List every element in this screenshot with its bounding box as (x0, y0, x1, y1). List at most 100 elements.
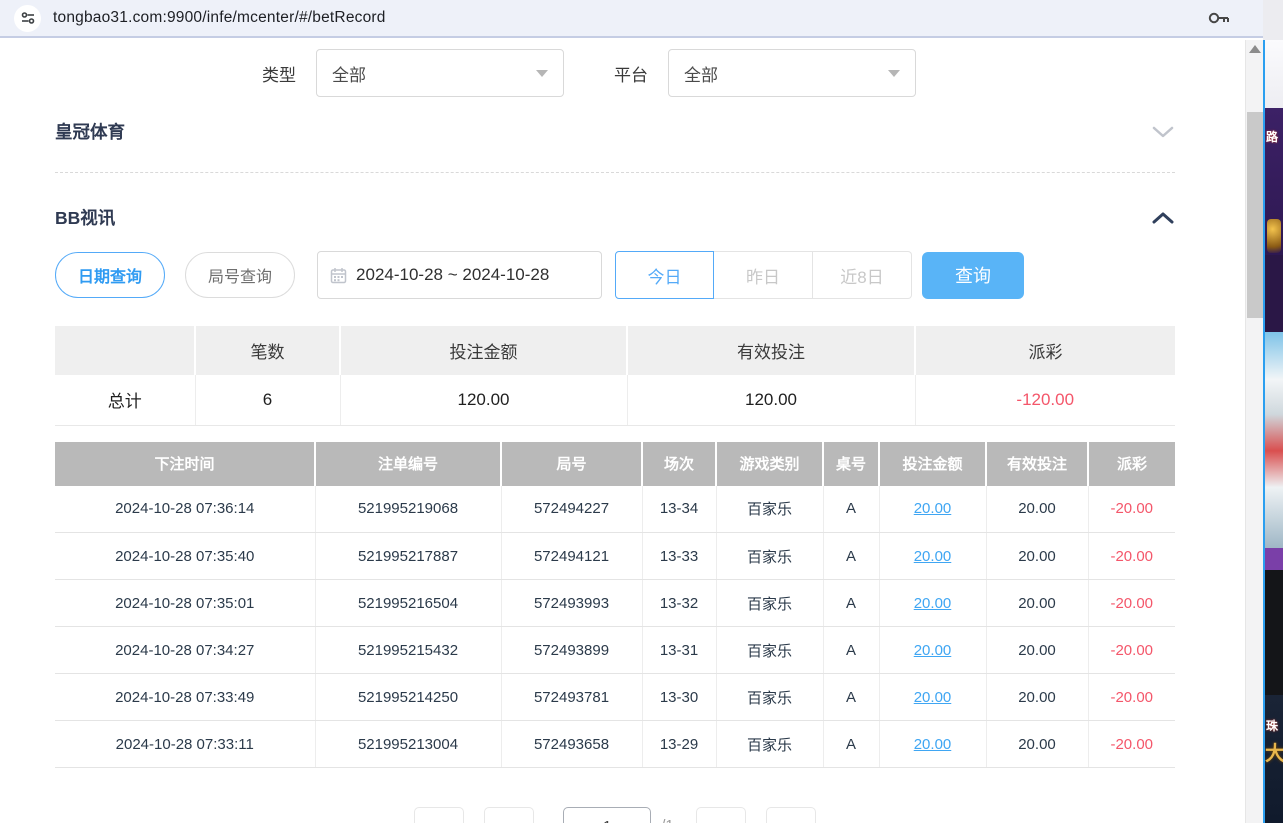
summary-bet-amount-value: 120.00 (340, 375, 627, 425)
filter-row: 类型 全部 平台 全部 (262, 49, 1175, 97)
bet-table-body: 2024-10-28 07:36:14521995219068572494227… (55, 486, 1175, 768)
payout-cell: -20.00 (1088, 580, 1175, 627)
round-id-cell: 572493658 (501, 721, 642, 768)
yesterday-button[interactable]: 昨日 (714, 251, 813, 299)
banner-gold-char: 大 (1265, 737, 1283, 766)
last-8-days-button[interactable]: 近8日 (813, 251, 912, 299)
bet-amount-cell: 20.00 (879, 674, 986, 721)
round-id-cell: 572493993 (501, 580, 642, 627)
valid-bet-cell: 20.00 (986, 580, 1088, 627)
date-query-tab[interactable]: 日期查询 (55, 252, 165, 298)
bet-amount-link[interactable]: 20.00 (914, 548, 952, 565)
last-page-button[interactable]: » (766, 807, 816, 823)
date-range-picker[interactable]: 2024-10-28 ~ 2024-10-28 (317, 251, 602, 299)
banner-shark-image (1265, 332, 1283, 548)
section-bb-video: BB视讯 (55, 205, 1175, 230)
summary-count-header: 笔数 (195, 326, 340, 375)
session-cell: 13-34 (642, 486, 716, 533)
summary-valid-bet-header: 有效投注 (627, 326, 915, 375)
right-banner-strip: 路 珠 大 (1263, 0, 1283, 823)
first-page-button[interactable]: « (414, 807, 464, 823)
valid-bet-cell: 20.00 (986, 627, 1088, 674)
bet-amount-cell: 20.00 (879, 627, 986, 674)
bet-amount-link[interactable]: 20.00 (914, 736, 952, 753)
query-toolbar: 日期查询 局号查询 2024-10-28 ~ 2024-10-28 今日 昨日 … (55, 251, 1175, 299)
bet-amount-cell: 20.00 (879, 580, 986, 627)
summary-bet-amount-header: 投注金额 (340, 326, 627, 375)
summary-table: 笔数 投注金额 有效投注 派彩 总计 6 120.00 120.00 -120.… (55, 326, 1175, 426)
chevron-down-icon (536, 70, 548, 77)
order-id-cell: 521995219068 (315, 486, 501, 533)
platform-select-value: 全部 (684, 61, 888, 86)
bet-amount-link[interactable]: 20.00 (914, 595, 952, 612)
type-select-value: 全部 (332, 61, 536, 86)
round-id-cell: 572493899 (501, 627, 642, 674)
payout-cell: -20.00 (1088, 627, 1175, 674)
banner-road-purple: 路 (1265, 108, 1283, 255)
page-total-label: /1 (661, 817, 674, 823)
bet-amount-link[interactable]: 20.00 (914, 689, 952, 706)
summary-blank-header (55, 326, 195, 375)
scrollbar-thumb[interactable] (1247, 112, 1263, 318)
round-query-tab[interactable]: 局号查询 (185, 252, 295, 298)
summary-count-value: 6 (195, 375, 340, 425)
bet-time-cell: 2024-10-28 07:34:27 (55, 627, 315, 674)
session-cell: 13-33 (642, 533, 716, 580)
platform-filter-group: 平台 全部 (614, 49, 916, 97)
page-number-input[interactable] (563, 807, 651, 823)
search-button[interactable]: 查询 (922, 252, 1024, 299)
table-row: 2024-10-28 07:36:14521995219068572494227… (55, 486, 1175, 533)
summary-payout-value: -120.00 (915, 375, 1175, 425)
game-type-cell: 百家乐 (716, 674, 823, 721)
quick-range-group: 今日 昨日 近8日 (615, 251, 912, 299)
platform-filter-label: 平台 (614, 61, 648, 86)
bet-amount-link[interactable]: 20.00 (914, 500, 952, 517)
banner-purple-strip (1265, 548, 1283, 570)
table-no-header: 桌号 (823, 442, 879, 486)
vertical-scrollbar[interactable] (1245, 40, 1263, 823)
crown-sports-title: 皇冠体育 (55, 119, 125, 144)
expand-crown-sports-chevron-down-icon[interactable] (1151, 124, 1175, 140)
next-page-button[interactable]: › (696, 807, 746, 823)
game-type-cell: 百家乐 (716, 580, 823, 627)
valid-bet-cell: 20.00 (986, 674, 1088, 721)
bet-time-cell: 2024-10-28 07:35:40 (55, 533, 315, 580)
game-type-cell: 百家乐 (716, 533, 823, 580)
bb-video-title: BB视讯 (55, 205, 115, 230)
type-select[interactable]: 全部 (316, 49, 564, 97)
table-no-cell: A (823, 533, 879, 580)
bet-amount-cell: 20.00 (879, 486, 986, 533)
session-cell: 13-31 (642, 627, 716, 674)
password-key-icon[interactable] (1207, 9, 1231, 27)
table-no-cell: A (823, 721, 879, 768)
url-text[interactable]: tongbao31.com:9900/infe/mcenter/#/betRec… (53, 9, 1207, 27)
order-id-cell: 521995215432 (315, 627, 501, 674)
session-cell: 13-30 (642, 674, 716, 721)
payout-cell: -20.00 (1088, 486, 1175, 533)
table-no-cell: A (823, 580, 879, 627)
valid-bet-cell: 20.00 (986, 533, 1088, 580)
order-id-header: 注单编号 (315, 442, 501, 486)
banner-road-label: 路 (1266, 128, 1278, 145)
bet-time-cell: 2024-10-28 07:33:11 (55, 721, 315, 768)
site-settings-icon[interactable] (14, 5, 41, 32)
today-button[interactable]: 今日 (615, 251, 714, 299)
bet-amount-link[interactable]: 20.00 (914, 642, 952, 659)
strip-banners: 路 珠 大 (1263, 40, 1283, 823)
session-cell: 13-32 (642, 580, 716, 627)
bet-table-header-row: 下注时间注单编号局号场次游戏类别桌号投注金额有效投注派彩 (55, 442, 1175, 486)
bet-time-cell: 2024-10-28 07:35:01 (55, 580, 315, 627)
date-range-value: 2024-10-28 ~ 2024-10-28 (356, 265, 549, 285)
prev-page-button[interactable]: ‹ (484, 807, 534, 823)
browser-url-bar: tongbao31.com:9900/infe/mcenter/#/betRec… (0, 0, 1263, 38)
scroll-up-arrow-icon[interactable] (1249, 45, 1261, 53)
session-cell: 13-29 (642, 721, 716, 768)
banner-black (1265, 570, 1283, 695)
payout-cell: -20.00 (1088, 674, 1175, 721)
collapse-bb-video-chevron-up-icon[interactable] (1151, 210, 1175, 226)
round-id-cell: 572493781 (501, 674, 642, 721)
platform-select[interactable]: 全部 (668, 49, 916, 97)
table-no-cell: A (823, 486, 879, 533)
order-id-cell: 521995214250 (315, 674, 501, 721)
round-id-header: 局号 (501, 442, 642, 486)
